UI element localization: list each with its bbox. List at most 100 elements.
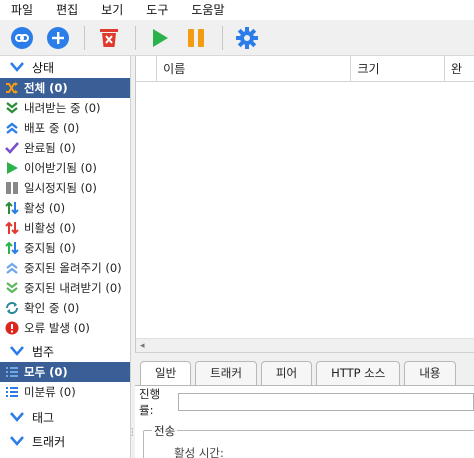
toolbar-separator	[135, 25, 136, 50]
trackers-header-label: 트래커	[32, 434, 66, 449]
toolbar-separator	[84, 25, 85, 50]
category-header[interactable]: 범주	[0, 340, 130, 362]
chevron-down-icon	[10, 346, 24, 356]
menu-tools[interactable]: 도구	[139, 0, 175, 20]
shuffle-icon	[4, 80, 20, 96]
plus-icon	[47, 26, 69, 49]
resume-button[interactable]	[146, 24, 174, 52]
sidebar-splitter[interactable]: · · ·	[130, 56, 134, 458]
paused-icon	[4, 180, 20, 196]
chevron-down-icon	[10, 412, 24, 422]
tags-header-label: 태그	[32, 410, 55, 425]
properties-panel: 일반 트래커 피어 HTTP 소스 내용 진행률: 전송 활성 시간:	[135, 352, 474, 458]
remove-button[interactable]	[95, 24, 123, 52]
filter-error[interactable]: 오류 발생 (0)	[0, 318, 130, 338]
resumed-icon	[4, 160, 20, 176]
filter-label: 활성 (0)	[24, 201, 66, 215]
filter-seeding[interactable]: 배포 중 (0)	[0, 118, 130, 138]
category-label: 미분류 (0)	[24, 385, 76, 399]
downloading-icon	[4, 100, 20, 116]
category-label: 모두 (0)	[24, 365, 68, 379]
active-time-label: 활성 시간:	[174, 446, 224, 458]
tab-general[interactable]: 일반	[140, 361, 192, 385]
status-header[interactable]: 상태	[0, 56, 130, 78]
chevron-down-icon	[10, 436, 24, 446]
splitter-grip: · · ·	[131, 425, 134, 440]
column-header-check[interactable]	[136, 56, 158, 82]
filter-completed[interactable]: 완료됨 (0)	[0, 138, 130, 158]
filter-inactive[interactable]: 비활성 (0)	[0, 218, 130, 238]
active-icon	[4, 200, 20, 216]
filter-label: 확인 중 (0)	[24, 301, 80, 315]
pause-button[interactable]	[182, 24, 210, 52]
progress-label: 진행률:	[139, 387, 161, 417]
tab-content[interactable]: 내용	[404, 361, 456, 385]
horizontal-scrollbar[interactable]: ◂	[136, 338, 474, 352]
column-header-size[interactable]: 크기	[351, 56, 445, 82]
filter-label: 중지된 올려주기 (0)	[24, 261, 122, 275]
stalled-upload-icon	[4, 260, 20, 276]
filter-active[interactable]: 활성 (0)	[0, 198, 130, 218]
stopped-icon	[4, 240, 20, 256]
transfer-group-title: 전송	[152, 423, 178, 439]
properties-tabs: 일반 트래커 피어 HTTP 소스 내용	[135, 361, 474, 385]
menu-help[interactable]: 도움말	[184, 0, 231, 20]
chevron-down-icon	[10, 62, 24, 72]
menu-file[interactable]: 파일	[4, 0, 40, 20]
list-icon	[4, 384, 20, 400]
toolbar-separator	[222, 25, 223, 50]
table-header: 이름 크기 완	[136, 56, 474, 82]
play-icon	[153, 28, 168, 47]
filter-label: 비활성 (0)	[24, 221, 76, 235]
progress-bar	[178, 393, 474, 411]
status-header-label: 상태	[32, 60, 55, 75]
filter-label: 오류 발생 (0)	[24, 321, 90, 335]
tab-trackers[interactable]: 트래커	[195, 361, 257, 385]
menubar: 파일 편집 보기 도구 도움말	[0, 0, 474, 20]
filter-paused[interactable]: 일시정지됨 (0)	[0, 178, 130, 198]
column-header-name[interactable]: 이름	[157, 56, 352, 82]
scroll-left-icon[interactable]: ◂	[140, 341, 145, 351]
transfer-group: 전송 활성 시간:	[143, 423, 474, 458]
pause-icon	[188, 28, 204, 47]
tab-http-sources[interactable]: HTTP 소스	[316, 361, 401, 385]
tab-peers[interactable]: 피어	[260, 361, 313, 385]
filter-checking[interactable]: 확인 중 (0)	[0, 298, 130, 318]
stalled-download-icon	[4, 280, 20, 296]
filter-downloading[interactable]: 내려받는 중 (0)	[0, 98, 130, 118]
tags-header[interactable]: 태그	[0, 406, 130, 428]
category-header-label: 범주	[32, 344, 55, 359]
filter-label: 이어받기됨 (0)	[24, 161, 97, 175]
filter-label: 일시정지됨 (0)	[24, 181, 97, 195]
delete-icon	[100, 28, 118, 47]
filter-label: 배포 중 (0)	[24, 121, 80, 135]
list-icon	[4, 364, 20, 380]
checking-icon	[4, 300, 20, 316]
gear-icon	[236, 26, 258, 49]
add-link-button[interactable]	[8, 24, 36, 52]
inactive-icon	[4, 220, 20, 236]
menu-edit[interactable]: 편집	[49, 0, 85, 20]
filter-stopped[interactable]: 중지됨 (0)	[0, 238, 130, 258]
error-icon	[4, 320, 20, 336]
options-button[interactable]	[233, 24, 261, 52]
filter-stalled-upload[interactable]: 중지된 올려주기 (0)	[0, 258, 130, 278]
menu-view[interactable]: 보기	[94, 0, 130, 20]
torrent-table[interactable]: 이름 크기 완 ◂	[135, 56, 474, 352]
toolbar	[0, 20, 474, 56]
seeding-icon	[4, 120, 20, 136]
general-tab-body: 진행률: 전송 활성 시간:	[135, 385, 474, 458]
progress-row: 진행률:	[135, 387, 474, 417]
filter-stalled-download[interactable]: 중지된 내려받기 (0)	[0, 278, 130, 298]
filter-all[interactable]: 전체 (0)	[0, 78, 130, 98]
filter-label: 내려받는 중 (0)	[24, 101, 101, 115]
trackers-header[interactable]: 트래커	[0, 430, 130, 452]
filter-resumed[interactable]: 이어받기됨 (0)	[0, 158, 130, 178]
filter-label: 중지된 내려받기 (0)	[24, 281, 122, 295]
column-header-progress[interactable]: 완	[445, 56, 474, 82]
sidebar: 상태 전체 (0) 내려받는 중 (0) 배포 중 (0) 완료됨 (0) 이어…	[0, 56, 130, 458]
category-uncategorized[interactable]: 미분류 (0)	[0, 382, 130, 402]
add-torrent-button[interactable]	[44, 24, 72, 52]
category-all[interactable]: 모두 (0)	[0, 362, 130, 382]
completed-icon	[4, 140, 20, 156]
